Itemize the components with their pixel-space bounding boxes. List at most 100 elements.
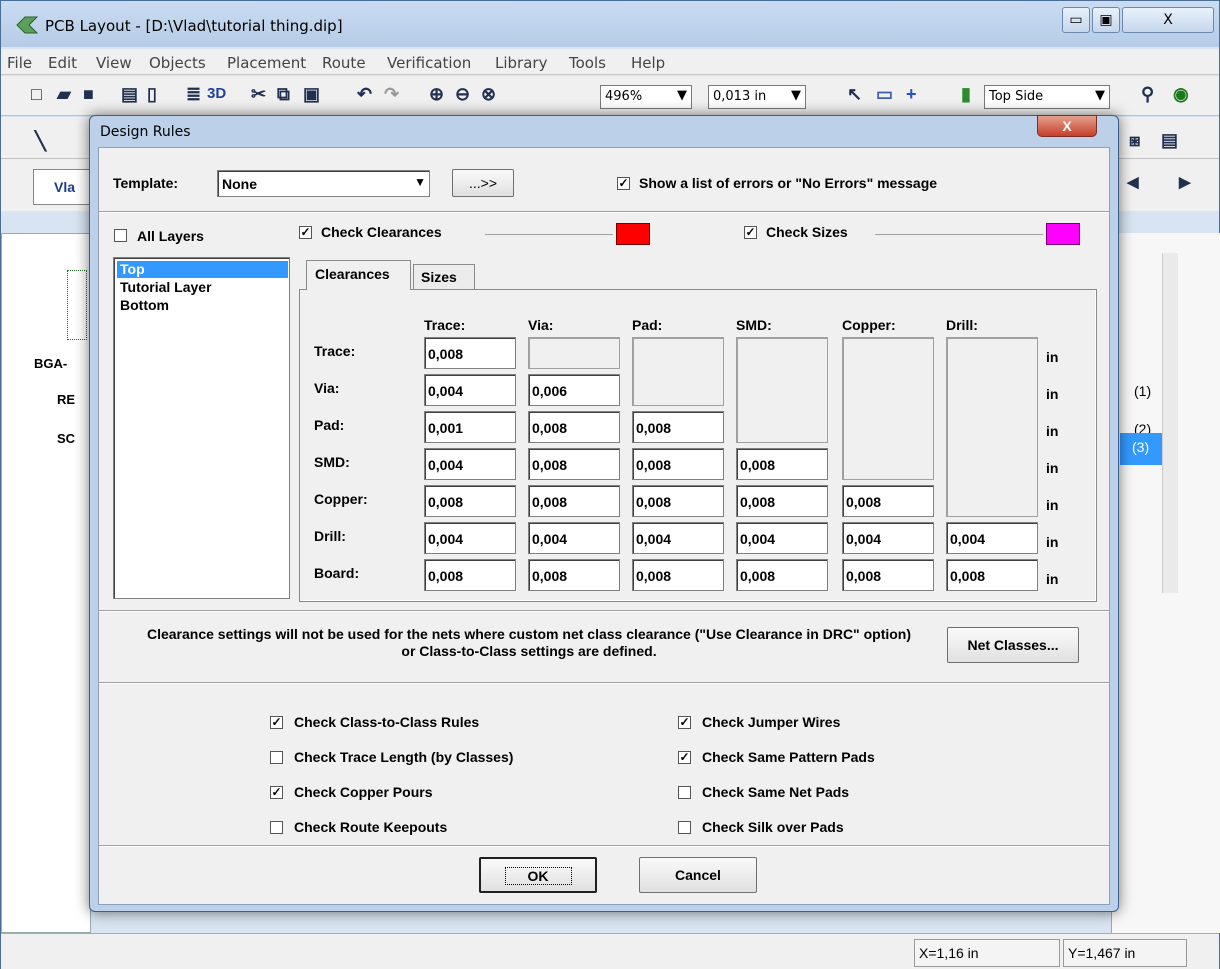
tab-sizes[interactable]: Sizes xyxy=(413,264,475,290)
option-checkbox[interactable]: ✓ xyxy=(270,716,283,729)
properties-icon[interactable]: ≣ xyxy=(186,84,201,105)
paste-icon[interactable]: ▣ xyxy=(303,84,320,105)
highlight-icon[interactable]: ◉ xyxy=(1173,84,1189,105)
sizes-color-swatch[interactable] xyxy=(1046,223,1080,245)
clearance-field[interactable]: 0,008 xyxy=(528,559,620,591)
clearance-field[interactable] xyxy=(528,337,620,369)
clearance-field[interactable]: 0,008 xyxy=(632,411,724,443)
option-checkbox[interactable] xyxy=(270,751,283,764)
layer-item-3[interactable]: (3) xyxy=(1120,433,1168,465)
print-icon[interactable]: ▤ xyxy=(121,84,138,105)
layer-list-item[interactable]: Top xyxy=(117,261,288,278)
menu-route[interactable]: Route xyxy=(322,54,366,72)
zoom-out-icon[interactable]: ⊖ xyxy=(455,84,470,105)
clearance-field[interactable]: 0,008 xyxy=(528,485,620,517)
menu-view[interactable]: View xyxy=(96,54,132,72)
clearance-field[interactable]: 0,008 xyxy=(842,485,934,517)
grid-select[interactable]: 0,013 in ▼ xyxy=(708,85,806,109)
clearance-field[interactable]: 0,008 xyxy=(528,411,620,443)
close-button[interactable]: X xyxy=(1122,7,1214,33)
layer-item-1[interactable]: (1) xyxy=(1134,383,1151,399)
clearance-field[interactable]: 0,008 xyxy=(946,559,1038,591)
clearance-field[interactable]: 0,008 xyxy=(842,559,934,591)
maximize-button[interactable]: ▣ xyxy=(1092,7,1120,33)
check-sizes-checkbox[interactable]: ✓ xyxy=(744,226,757,239)
clearance-field[interactable]: 0,008 xyxy=(632,448,724,480)
3d-view-button[interactable]: 3D xyxy=(207,85,226,102)
layer-list-item[interactable]: Tutorial Layer xyxy=(117,279,215,296)
clearance-field[interactable]: 0,004 xyxy=(736,522,828,554)
clearance-field[interactable]: 0,008 xyxy=(632,559,724,591)
layer-list-item[interactable]: Bottom xyxy=(117,297,172,314)
menu-tools[interactable]: Tools xyxy=(569,54,606,72)
minimize-button[interactable]: ▭ xyxy=(1062,7,1090,33)
library-item-re[interactable]: RE xyxy=(57,392,75,407)
library-item-sc[interactable]: SC xyxy=(57,431,75,446)
option-checkbox[interactable]: ✓ xyxy=(678,716,691,729)
report-icon[interactable]: ▤ xyxy=(1161,130,1178,151)
save-icon[interactable]: ■ xyxy=(83,84,94,105)
zoom-select[interactable]: 496% ▼ xyxy=(600,85,692,109)
menu-edit[interactable]: Edit xyxy=(48,54,77,72)
clearance-field[interactable]: 0,008 xyxy=(424,337,516,369)
option-checkbox[interactable]: ✓ xyxy=(270,786,283,799)
clearance-field[interactable]: 0,004 xyxy=(424,448,516,480)
clearance-field[interactable]: 0,006 xyxy=(528,374,620,406)
option-checkbox[interactable] xyxy=(678,786,691,799)
clearance-field[interactable]: 0,008 xyxy=(528,448,620,480)
nav-right-icon[interactable]: ▶ xyxy=(1179,173,1191,191)
check-clearances-checkbox[interactable]: ✓ xyxy=(299,226,312,239)
clearance-field[interactable]: 0,004 xyxy=(632,522,724,554)
menu-file[interactable]: File xyxy=(7,54,32,72)
option-checkbox[interactable] xyxy=(678,821,691,834)
cut-icon[interactable]: ✂ xyxy=(251,84,266,105)
net-classes-button[interactable]: Net Classes... xyxy=(947,627,1079,663)
clearance-color-swatch[interactable] xyxy=(616,223,650,245)
copy-icon[interactable]: ⧉ xyxy=(277,84,290,105)
clearance-field[interactable]: 0,008 xyxy=(632,485,724,517)
show-errors-checkbox[interactable]: ✓ xyxy=(617,177,630,190)
side-select[interactable]: Top Side ▼ xyxy=(984,85,1110,109)
new-file-icon[interactable]: □ xyxy=(31,84,42,105)
menu-library[interactable]: Library xyxy=(495,54,547,72)
tab-clearances[interactable]: Clearances xyxy=(306,260,411,290)
template-select[interactable]: None ▼ xyxy=(217,170,430,197)
menu-placement[interactable]: Placement xyxy=(227,54,306,72)
select-pointer-icon[interactable]: ↖ xyxy=(847,84,862,105)
component-icon[interactable]: ▮ xyxy=(961,84,971,105)
undo-icon[interactable]: ↶ xyxy=(357,84,372,105)
find-icon[interactable]: ⚲ xyxy=(1141,84,1154,105)
clearance-field[interactable]: 0,004 xyxy=(424,522,516,554)
clearance-field[interactable]: 0,004 xyxy=(946,522,1038,554)
zoom-in-icon[interactable]: ⊕ xyxy=(429,84,444,105)
clearance-field[interactable]: 0,004 xyxy=(424,374,516,406)
menu-verification[interactable]: Verification xyxy=(387,54,471,72)
crosshair-icon[interactable]: + xyxy=(906,84,917,105)
clearance-field[interactable]: 0,008 xyxy=(424,485,516,517)
menu-help[interactable]: Help xyxy=(631,54,665,72)
template-browse-button[interactable]: ...>> xyxy=(452,169,514,197)
document-tab[interactable]: Vla xyxy=(33,169,91,205)
ok-button[interactable]: OK xyxy=(479,857,597,893)
zoom-fit-icon[interactable]: ⊗ xyxy=(481,84,496,105)
cancel-button[interactable]: Cancel xyxy=(639,857,757,893)
redo-icon[interactable]: ↷ xyxy=(384,84,399,105)
clearance-field[interactable]: 0,001 xyxy=(424,411,516,443)
menu-objects[interactable]: Objects xyxy=(149,54,206,72)
print-preview-icon[interactable]: ▯ xyxy=(147,84,157,105)
clearance-field[interactable]: 0,008 xyxy=(736,559,828,591)
line-tool-icon[interactable]: ╲ xyxy=(35,131,46,152)
all-layers-checkbox[interactable] xyxy=(114,229,127,242)
clearance-field[interactable]: 0,004 xyxy=(842,522,934,554)
open-folder-icon[interactable]: ▰ xyxy=(57,84,71,105)
clearance-field[interactable]: 0,004 xyxy=(528,522,620,554)
clearance-field[interactable]: 0,008 xyxy=(424,559,516,591)
layers-scrollbar[interactable] xyxy=(1162,253,1178,593)
clearance-field[interactable]: 0,008 xyxy=(736,485,828,517)
option-checkbox[interactable] xyxy=(270,821,283,834)
measure-icon[interactable]: ▭ xyxy=(876,84,893,105)
clearance-field[interactable]: 0,008 xyxy=(736,448,828,480)
dialog-close-button[interactable]: X xyxy=(1037,115,1097,137)
option-checkbox[interactable]: ✓ xyxy=(678,751,691,764)
component-tool-icon[interactable]: ⧆ xyxy=(1129,130,1140,151)
